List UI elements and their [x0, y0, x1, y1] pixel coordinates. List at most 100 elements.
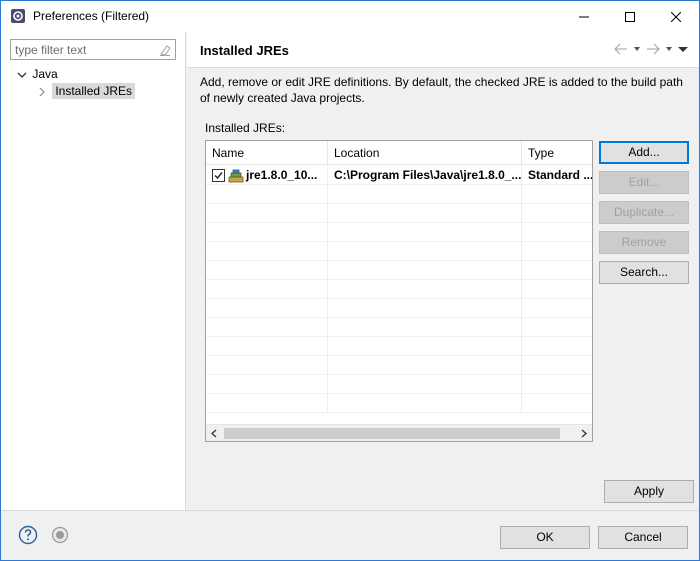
page-description: Add, remove or edit JRE definitions. By … [200, 75, 683, 105]
minimize-icon [579, 16, 589, 17]
empty-cell [522, 223, 592, 242]
empty-cell [206, 242, 328, 261]
back-dropdown-icon[interactable] [633, 42, 641, 56]
empty-cell [522, 242, 592, 261]
table-row-empty [206, 318, 592, 337]
close-button[interactable] [653, 1, 699, 32]
empty-cell [206, 185, 328, 204]
table-row-empty [206, 261, 592, 280]
empty-cell [206, 261, 328, 280]
page-header: Installed JREs [187, 32, 699, 68]
eclipse-preferences-icon [11, 9, 25, 23]
empty-cell [206, 223, 328, 242]
empty-cell [522, 394, 592, 413]
forward-dropdown-icon[interactable] [665, 42, 673, 56]
maximize-button[interactable] [607, 1, 653, 32]
empty-cell [206, 318, 328, 337]
empty-cell [522, 356, 592, 375]
table-row[interactable]: jre1.8.0_10... C:\Program Files\Java\jre1… [206, 166, 592, 185]
column-header-name[interactable]: Name [206, 141, 328, 165]
chevron-down-icon[interactable] [15, 68, 29, 82]
ok-button[interactable]: OK [500, 526, 590, 549]
chevron-right-icon[interactable] [35, 85, 49, 99]
empty-cell [328, 242, 522, 261]
default-jre-checkbox[interactable] [212, 169, 225, 183]
installed-jres-label: Installed JREs: [205, 121, 286, 135]
empty-cell [206, 204, 328, 223]
jre-location-cell: C:\Program Files\Java\jre1.8.0_... [328, 166, 522, 185]
empty-cell [522, 299, 592, 318]
empty-cell [328, 394, 522, 413]
empty-cell [522, 261, 592, 280]
empty-cell [328, 223, 522, 242]
empty-cell [522, 375, 592, 394]
table-row-empty [206, 242, 592, 261]
scrollbar-thumb[interactable] [224, 428, 560, 439]
edit-button[interactable]: Edit... [599, 171, 689, 194]
filter-box [10, 39, 176, 60]
empty-cell [206, 394, 328, 413]
tree-item-installed-jres[interactable]: Installed JREs [35, 82, 136, 100]
empty-cell [328, 261, 522, 280]
jre-library-icon [228, 169, 244, 183]
preferences-window: Preferences (Filtered) Java Installed JR… [0, 0, 700, 561]
search-button[interactable]: Search... [599, 261, 689, 284]
empty-cell [206, 356, 328, 375]
table-row-empty [206, 356, 592, 375]
filter-input[interactable] [15, 42, 155, 58]
empty-cell [522, 318, 592, 337]
back-arrow-icon[interactable] [613, 42, 629, 56]
table-row-empty [206, 280, 592, 299]
table-row-empty [206, 223, 592, 242]
table-row-empty [206, 337, 592, 356]
empty-cell [328, 356, 522, 375]
horizontal-scrollbar[interactable] [206, 424, 592, 441]
table-header: Name Location Type [206, 141, 592, 165]
installed-jres-table[interactable]: Name Location Type jre1.8.0_10... C:\Prog… [205, 140, 593, 442]
minimize-button[interactable] [561, 1, 607, 32]
table-row-empty [206, 299, 592, 318]
window-title: Preferences (Filtered) [33, 9, 150, 23]
duplicate-button[interactable]: Duplicate... [599, 201, 689, 224]
preference-page: Installed JREs Add, remove or edit JRE d… [187, 32, 699, 510]
import-export-icon[interactable] [51, 526, 69, 544]
empty-cell [328, 337, 522, 356]
cancel-button[interactable]: Cancel [598, 526, 688, 549]
empty-cell [328, 375, 522, 394]
jre-name-cell: jre1.8.0_10... [206, 166, 328, 185]
checkmark-icon [214, 172, 223, 180]
column-header-type[interactable]: Type [522, 141, 592, 165]
table-row-empty [206, 185, 592, 204]
table-row-empty [206, 394, 592, 413]
tree-item-java[interactable]: Java [15, 65, 58, 83]
add-button[interactable]: Add... [599, 141, 689, 164]
scroll-left-icon[interactable] [208, 427, 221, 440]
clear-filter-icon[interactable] [158, 43, 172, 57]
empty-cell [328, 318, 522, 337]
remove-button[interactable]: Remove [599, 231, 689, 254]
title-bar: Preferences (Filtered) [1, 1, 699, 32]
empty-cell [522, 280, 592, 299]
empty-cell [206, 337, 328, 356]
tree-item-label: Java [32, 67, 58, 81]
tree-item-label: Installed JREs [52, 83, 136, 99]
apply-button[interactable]: Apply [604, 480, 694, 503]
help-icon[interactable] [18, 525, 38, 545]
empty-cell [206, 375, 328, 394]
jre-type-cell: Standard ... [528, 168, 592, 182]
maximize-icon [625, 11, 635, 22]
table-row-empty [206, 204, 592, 223]
empty-cell [522, 337, 592, 356]
dialog-button-bar: OK Cancel [1, 510, 699, 560]
view-menu-icon[interactable] [677, 42, 689, 56]
column-header-location[interactable]: Location [328, 141, 522, 165]
forward-arrow-icon[interactable] [645, 42, 661, 56]
page-title: Installed JREs [200, 43, 289, 58]
jre-name: jre1.8.0_10... [246, 168, 318, 182]
preferences-tree-pane: Java Installed JREs [1, 32, 186, 510]
scroll-right-icon[interactable] [577, 427, 590, 440]
empty-cell [328, 185, 522, 204]
empty-cell [522, 204, 592, 223]
empty-cell [206, 280, 328, 299]
empty-cell [328, 204, 522, 223]
